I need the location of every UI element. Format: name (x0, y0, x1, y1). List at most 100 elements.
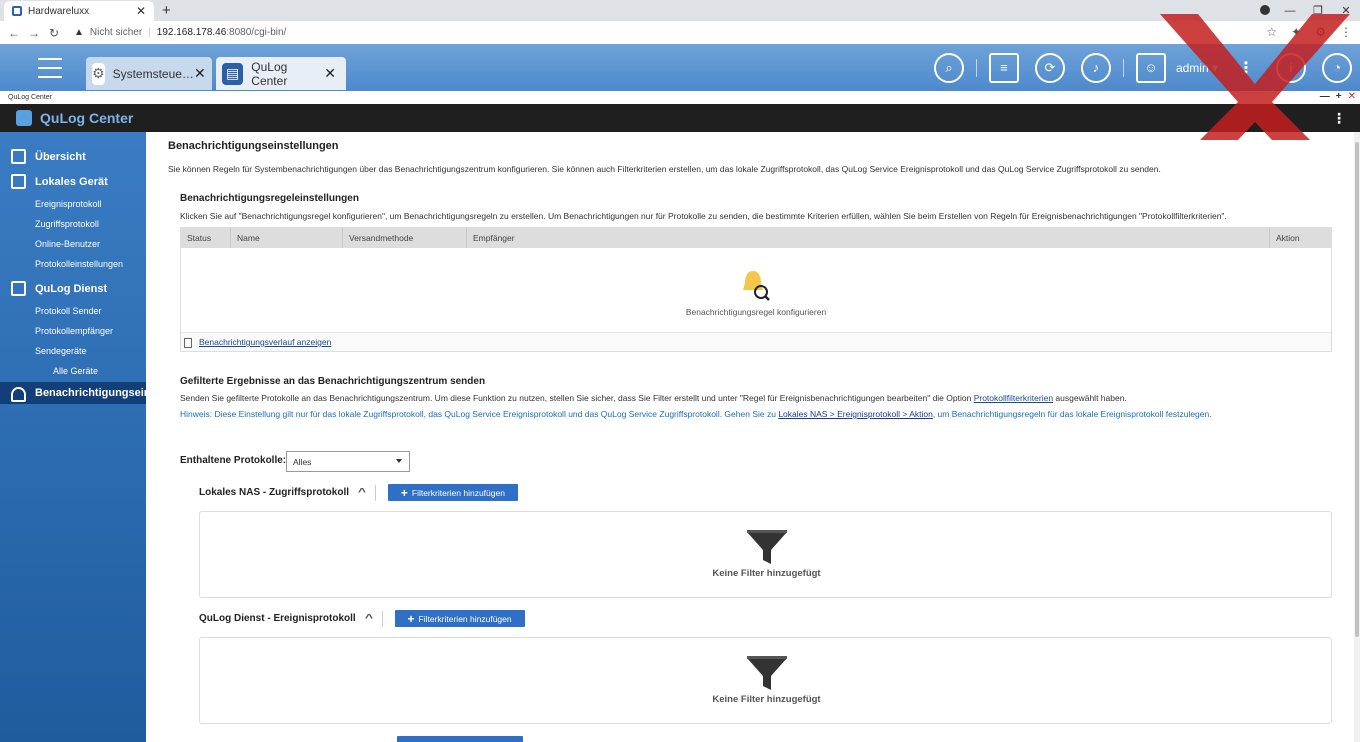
window-minimize-button[interactable]: — (1320, 91, 1330, 102)
column-header-recipient[interactable]: Empfänger (467, 228, 1270, 248)
sidebar-item-label: Ereignisprotokoll (35, 199, 102, 209)
forward-icon[interactable]: → (24, 26, 44, 40)
warning-icon: ▲ (74, 27, 84, 38)
column-header-name[interactable]: Name (231, 228, 343, 248)
app-title: QuLog Center (40, 110, 134, 126)
column-header-method[interactable]: Versandmethode (343, 228, 467, 248)
dashboard-icon[interactable]: ◔ (1322, 52, 1352, 83)
window-maximize-button[interactable]: ❐ (1304, 0, 1332, 21)
sidebar-item-all-devices[interactable]: Alle Geräte (0, 361, 146, 381)
filter-criteria-link[interactable]: Protokollfilterkriterien (974, 393, 1053, 403)
add-filter-button[interactable]: + Filterkriterien hinzufügen (394, 610, 525, 627)
filtered-text: ausgewählt haben. (1053, 393, 1127, 403)
hint-text: Hinweis: Diese Einstellung gilt nur für … (180, 409, 1212, 419)
reload-icon[interactable]: ↻ (44, 26, 64, 40)
sidebar-item-log-settings[interactable]: Protokolleinstellungen (0, 254, 146, 274)
sidebar-item-label: Benachrichtigungseins (35, 387, 146, 399)
sidebar-item-log-sender[interactable]: Protokoll Sender (0, 301, 146, 321)
chevron-up-icon[interactable]: ^ (358, 487, 366, 498)
chart-icon (11, 149, 26, 164)
filtered-description: Senden Sie gefilterte Protokolle an das … (180, 393, 1127, 403)
column-header-action[interactable]: Aktion (1270, 228, 1331, 248)
sidebar-item-notifications[interactable]: Benachrichtigungseins (0, 382, 146, 404)
protocols-select[interactable]: Alles (286, 451, 410, 472)
url-field[interactable]: ▲ Nicht sicher | 192.168.178.46:8080/cgi… (74, 27, 286, 38)
sidebar-item-log-receiver[interactable]: Protokollempfänger (0, 321, 146, 341)
browser-tab[interactable]: Hardwareluxx ✕ (4, 1, 154, 21)
empty-state-text: Keine Filter hinzugefügt (712, 694, 821, 705)
scrollbar-thumb[interactable] (1355, 142, 1359, 637)
url-path: :8080/cgi-bin/ (226, 27, 287, 38)
sidebar-item-online-users[interactable]: Online-Benutzer (0, 234, 146, 254)
search-icon[interactable]: ⌕ (933, 52, 964, 83)
button-label: Filterkriterien hinzufügen (418, 613, 512, 624)
tab-qulog-center[interactable]: ▤ QuLog Center ✕ (216, 57, 346, 90)
history-link[interactable]: Benachrichtigungsverlauf anzeigen (199, 337, 331, 347)
qulog-logo-icon (16, 110, 32, 126)
user-icon[interactable]: ☺ (1135, 52, 1166, 83)
tab-systemsteuerung[interactable]: ⚙ Systemsteue… ✕ (86, 57, 212, 90)
puzzle-icon[interactable]: ⚙ (1315, 25, 1326, 39)
filtered-section-title: Gefilterte Ergebnisse an das Benachricht… (180, 376, 486, 387)
url-host: 192.168.178.46 (156, 27, 227, 38)
event-log-action-link[interactable]: Lokales NAS > Ereignisprotokoll > Aktion (778, 409, 933, 419)
window-close-button[interactable]: ✕ (1348, 91, 1356, 102)
section-header-partial (199, 736, 523, 742)
back-icon[interactable]: ← (4, 26, 24, 40)
address-bar: ← → ↻ ▲ Nicht sicher | 192.168.178.46:80… (0, 21, 1360, 44)
divider (1122, 58, 1124, 77)
sidebar-item-qulog-service[interactable]: QuLog Dienst (0, 276, 146, 301)
sidebar-item-overview[interactable]: Übersicht (0, 144, 146, 169)
browser-tab-bar: Hardwareluxx ✕ + — ❐ ✕ (0, 0, 1360, 21)
external-device-icon[interactable]: ⟳ (1034, 52, 1065, 83)
bell-icon[interactable]: ♪ (1080, 52, 1111, 83)
column-header-status[interactable]: Status (181, 228, 231, 248)
sidebar-item-local-device[interactable]: Lokales Gerät (0, 169, 146, 194)
monitor-icon (11, 174, 26, 189)
window-title-bar: QuLog Center — + ✕ (0, 91, 1360, 104)
sidebar-item-label: Sendegeräte (35, 346, 87, 356)
sidebar-item-event-log[interactable]: Ereignisprotokoll (0, 194, 146, 214)
chevron-down-icon (396, 459, 402, 463)
select-value: Alles (293, 456, 312, 467)
sidebar: Übersicht Lokales Gerät Ereignisprotokol… (0, 132, 146, 742)
section-header-access-log: Lokales NAS - Zugriffsprotokoll ^ + Filte… (199, 484, 518, 501)
more-options-icon[interactable]: ⋮ (1332, 110, 1346, 127)
extension-icon[interactable]: ✦ (1291, 25, 1301, 39)
divider (381, 610, 383, 627)
add-filter-button[interactable]: + Filterkriterien hinzufügen (387, 484, 518, 501)
new-tab-button[interactable]: + (162, 2, 171, 19)
funnel-icon (747, 530, 787, 564)
window-maximize-button[interactable]: + (1336, 91, 1342, 102)
add-filter-button[interactable] (397, 736, 523, 742)
menu-icon[interactable]: ⋮ (1340, 25, 1352, 39)
chevron-up-icon[interactable]: ^ (365, 613, 373, 624)
gear-icon: ⚙ (92, 62, 105, 85)
filtered-text: Senden Sie gefilterte Protokolle an das … (180, 393, 974, 403)
sidebar-item-access-log[interactable]: Zugriffsprotokoll (0, 214, 146, 234)
info-icon[interactable]: i (1276, 52, 1306, 83)
qulog-icon: ▤ (222, 62, 244, 85)
configure-rule-link[interactable]: Benachrichtigungsregel konfigurieren (181, 307, 1331, 317)
window-minimize-button[interactable]: — (1276, 0, 1304, 21)
table-body: Benachrichtigungsregel konfigurieren (181, 248, 1331, 332)
rules-table: Status Name Versandmethode Empfänger Akt… (180, 227, 1332, 352)
bell-search-icon[interactable] (741, 268, 771, 302)
close-icon[interactable]: ✕ (136, 4, 146, 18)
close-icon[interactable]: ✕ (194, 65, 206, 82)
background-tasks-icon[interactable]: ≡ (988, 52, 1019, 83)
window-close-button[interactable]: ✕ (1332, 0, 1360, 21)
user-menu[interactable]: admin ▾ (1176, 61, 1218, 75)
hamburger-menu-icon[interactable] (38, 58, 62, 78)
more-options-icon[interactable]: ⋮ (1238, 58, 1254, 78)
sidebar-item-label: Zugriffsprotokoll (35, 219, 99, 229)
sidebar-item-label: Lokales Gerät (35, 175, 108, 188)
star-icon[interactable]: ☆ (1266, 25, 1277, 39)
app-header: QuLog Center ⋮ (0, 104, 1360, 132)
sidebar-item-sending-devices[interactable]: Sendegeräte (0, 341, 146, 361)
record-icon[interactable] (1260, 5, 1270, 15)
table-header: Status Name Versandmethode Empfänger Akt… (181, 228, 1331, 248)
sidebar-item-label: Protokoll Sender (35, 306, 102, 316)
close-icon[interactable]: ✕ (324, 65, 336, 82)
rules-description: Klicken Sie auf "Benachrichtigungsregel … (180, 211, 1227, 221)
